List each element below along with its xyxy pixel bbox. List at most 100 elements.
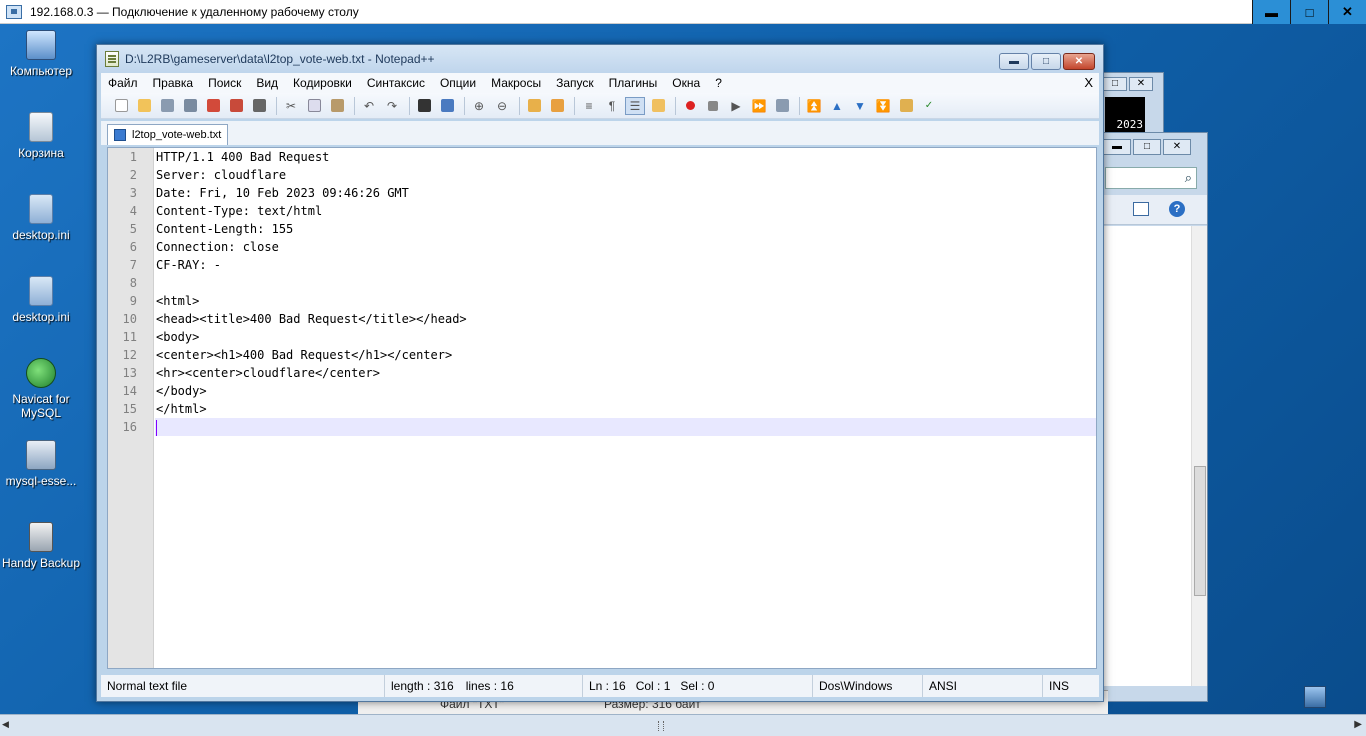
rdp-scrollbar[interactable]: ◀ ▶	[0, 714, 1366, 736]
code-line[interactable]	[155, 274, 1096, 292]
code-line[interactable]: <center><h1>400 Bad Request</h1></center…	[155, 346, 1096, 364]
rdp-minimize-button[interactable]: ▬	[1252, 0, 1290, 24]
menu-help[interactable]: ?	[708, 76, 730, 90]
zoom-out-icon[interactable]: ⊖	[492, 97, 512, 115]
desktop-icon-navicat[interactable]: Navicat for MySQL	[0, 358, 82, 420]
code-line[interactable]: Date: Fri, 10 Feb 2023 09:46:26 GMT	[155, 184, 1096, 202]
code-line[interactable]: Content-Length: 155	[155, 220, 1096, 238]
code-line[interactable]: </body>	[155, 382, 1096, 400]
menu-file[interactable]: Файл	[101, 76, 146, 90]
code-line[interactable]: <hr><center>cloudflare</center>	[155, 364, 1096, 382]
code-line[interactable]: CF-RAY: -	[155, 256, 1096, 274]
scroll-thumb[interactable]	[1194, 466, 1206, 596]
help-icon[interactable]: ?	[1169, 201, 1185, 217]
editor[interactable]: 1 2 3 4 5 6 7 8 9 10 11 12 13 14 15 16 HTTP/1.1 400 Bad…	[107, 147, 1097, 669]
sync-horizontal-icon[interactable]	[547, 97, 567, 115]
desktop-icon-desktop-ini[interactable]: desktop.ini	[0, 194, 82, 242]
menu-encoding[interactable]: Кодировки	[286, 76, 360, 90]
document-map-icon[interactable]	[648, 97, 668, 115]
next-icon[interactable]: ▼	[850, 97, 870, 115]
print-icon[interactable]	[249, 97, 269, 115]
desktop-icon-handy-backup[interactable]: Handy Backup	[0, 522, 82, 570]
code-line[interactable]: </html>	[155, 400, 1096, 418]
collapse-all-icon[interactable]: ⏫	[804, 97, 824, 115]
zoom-in-icon[interactable]: ⊕	[469, 97, 489, 115]
scroll-grip[interactable]	[658, 721, 664, 731]
tab-l2top-vote-web[interactable]: l2top_vote-web.txt	[107, 124, 229, 145]
previous-icon[interactable]: ▲	[827, 97, 847, 115]
play-macro-icon[interactable]: ▶	[726, 97, 746, 115]
code-line[interactable]	[155, 418, 1096, 436]
explorer-scrollbar[interactable]	[1191, 226, 1207, 686]
background-explorer-window[interactable]: ▬ □ ✕ ⌕ ?	[1098, 132, 1208, 702]
bg-close-button[interactable]: ✕	[1129, 77, 1153, 91]
save-macro-icon[interactable]	[772, 97, 792, 115]
run-macro-multiple-icon[interactable]: ⏩	[749, 97, 769, 115]
menu-plugins[interactable]: Плагины	[602, 76, 666, 90]
menu-edit[interactable]: Правка	[146, 76, 202, 90]
code-line[interactable]: Content-Type: text/html	[155, 202, 1096, 220]
minimize-button[interactable]: ▬	[999, 53, 1029, 70]
close-file-icon[interactable]	[203, 97, 223, 115]
network-tray-icon[interactable]	[1304, 686, 1326, 708]
find-icon[interactable]	[414, 97, 434, 115]
sync-vertical-icon[interactable]	[524, 97, 544, 115]
preview-pane-icon[interactable]	[1133, 202, 1149, 216]
word-wrap-icon[interactable]: ≡	[579, 97, 599, 115]
explorer-maximize-button[interactable]: □	[1133, 139, 1161, 155]
explorer-minimize-button[interactable]: ▬	[1103, 139, 1131, 155]
explorer-search-input[interactable]: ⌕	[1105, 167, 1197, 189]
code-line[interactable]: <body>	[155, 328, 1096, 346]
clipboard-history-icon[interactable]	[896, 97, 916, 115]
show-all-characters-icon[interactable]: ¶	[602, 97, 622, 115]
expand-all-icon[interactable]: ⏬	[873, 97, 893, 115]
line-number: 7	[129, 258, 137, 272]
scroll-left-icon[interactable]: ◀	[2, 719, 9, 730]
remote-desktop-icon	[6, 4, 22, 19]
desktop-icon-label: Navicat for MySQL	[12, 392, 70, 420]
notepad-title-bar[interactable]: D:\L2RB\gameserver\data\l2top_vote-web.t…	[97, 45, 1103, 73]
code-area[interactable]: HTTP/1.1 400 Bad Request Server: cloudfla…	[155, 148, 1096, 668]
redo-icon[interactable]: ↷	[382, 97, 402, 115]
menu-view[interactable]: Вид	[249, 76, 286, 90]
save-all-icon[interactable]	[180, 97, 200, 115]
close-button[interactable]: ✕	[1063, 53, 1095, 70]
menu-window[interactable]: Окна	[665, 76, 708, 90]
new-file-icon[interactable]	[111, 97, 131, 115]
spell-check-icon[interactable]: ✓	[919, 97, 939, 115]
copy-icon[interactable]	[304, 97, 324, 115]
code-line[interactable]: Connection: close	[155, 238, 1096, 256]
menu-settings[interactable]: Опции	[433, 76, 484, 90]
rdp-close-button[interactable]: ✕	[1328, 0, 1366, 24]
menu-macro[interactable]: Макросы	[484, 76, 549, 90]
replace-icon[interactable]	[437, 97, 457, 115]
menu-run[interactable]: Запуск	[549, 76, 602, 90]
scroll-right-icon[interactable]: ▶	[1354, 719, 1362, 730]
maximize-button[interactable]: □	[1031, 53, 1061, 70]
toolbar-separator	[574, 96, 575, 115]
rdp-maximize-button[interactable]: □	[1290, 0, 1328, 24]
desktop-icon-desktop-ini[interactable]: desktop.ini	[0, 276, 82, 324]
open-file-icon[interactable]	[134, 97, 154, 115]
code-line[interactable]: <head><title>400 Bad Request</title></he…	[155, 310, 1096, 328]
close-all-icon[interactable]	[226, 97, 246, 115]
explorer-close-button[interactable]: ✕	[1163, 139, 1191, 155]
menu-language[interactable]: Синтаксис	[360, 76, 433, 90]
bg-maximize-button[interactable]: □	[1103, 77, 1127, 91]
record-macro-icon[interactable]	[680, 97, 700, 115]
indent-guide-icon[interactable]: ☰	[625, 96, 645, 115]
code-line[interactable]: HTTP/1.1 400 Bad Request	[155, 148, 1096, 166]
paste-icon[interactable]	[327, 97, 347, 115]
desktop-icon-computer[interactable]: Компьютер	[0, 30, 82, 78]
desktop-icon-recycle-bin[interactable]: Корзина	[0, 112, 82, 160]
cut-icon[interactable]: ✂	[281, 97, 301, 115]
save-icon[interactable]	[157, 97, 177, 115]
menu-search[interactable]: Поиск	[201, 76, 249, 90]
stop-macro-icon[interactable]	[703, 97, 723, 115]
undo-icon[interactable]: ↶	[359, 97, 379, 115]
close-document-button[interactable]: X	[1084, 75, 1093, 90]
code-line[interactable]: <html>	[155, 292, 1096, 310]
desktop-icon-mysql-installer[interactable]: mysql-esse...	[0, 440, 82, 488]
code-line[interactable]: Server: cloudflare	[155, 166, 1096, 184]
menu-bar: Файл Правка Поиск Вид Кодировки Синтакси…	[101, 73, 1099, 93]
